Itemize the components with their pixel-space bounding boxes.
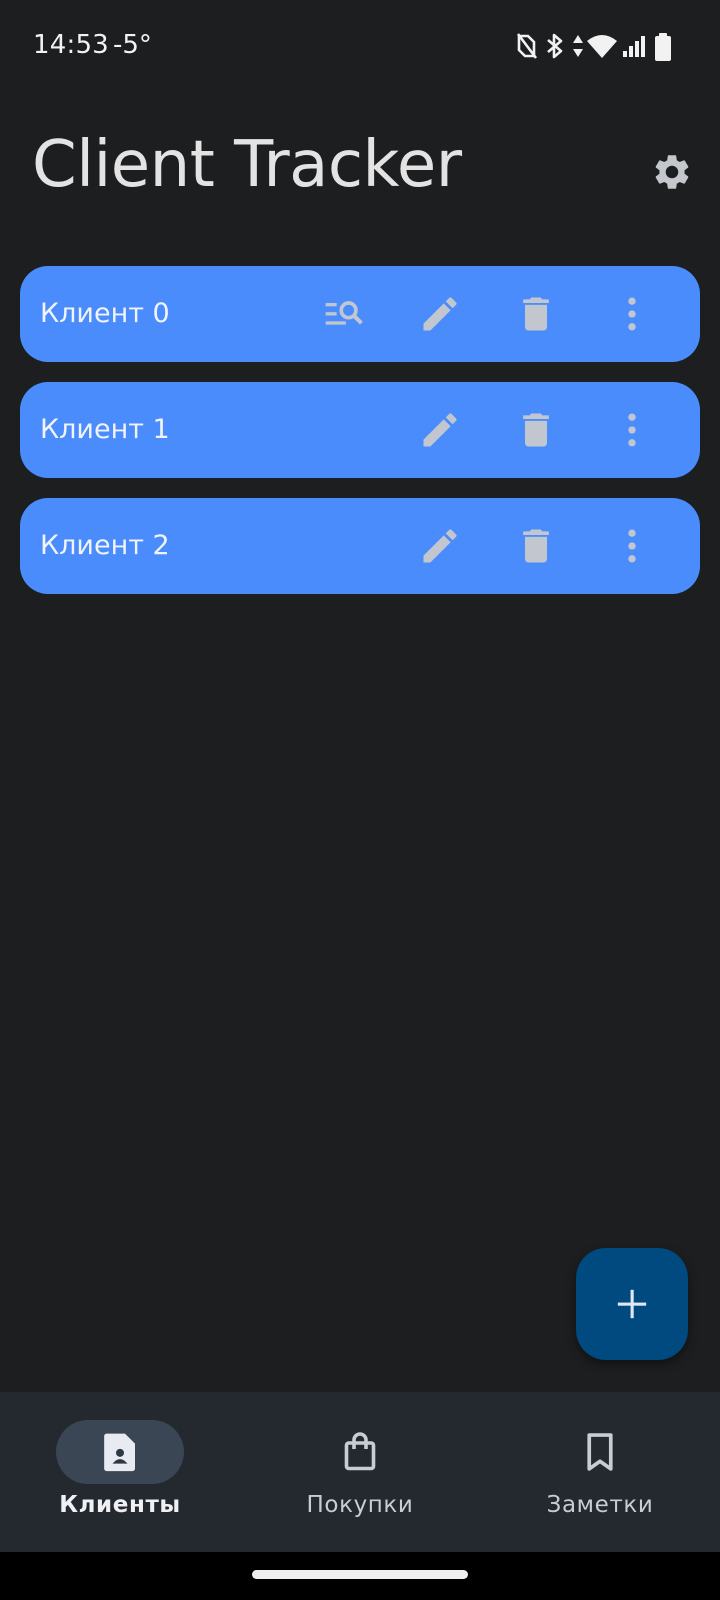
more-vert-icon (628, 413, 636, 447)
client-name: Клиент 1 (40, 414, 170, 445)
client-card[interactable]: Клиент 0 (20, 266, 700, 362)
edit-button[interactable] (416, 522, 464, 570)
signal-icon (623, 36, 645, 57)
data-arrows-icon (573, 35, 583, 57)
plus-icon (617, 1289, 647, 1319)
status-bar: 14:53 -5° (0, 0, 720, 96)
edit-icon (423, 413, 457, 447)
status-icons (516, 32, 686, 64)
delete-icon (523, 529, 549, 563)
delete-button[interactable] (512, 290, 560, 338)
app-title: Client Tracker (32, 128, 462, 202)
status-time: 14:53 (33, 30, 109, 60)
more-options-button[interactable] (608, 522, 656, 570)
search-list-icon (325, 301, 363, 325)
bluetooth-icon (547, 33, 563, 59)
edit-icon (423, 297, 457, 331)
client-tracker-screen: 14:53 -5° Client Tracker Клиент 0 Клиент… (0, 0, 720, 1600)
client-list: Клиент 0 Клиент 1 Клиент 2 (20, 266, 700, 614)
nav-item-clients[interactable]: Клиенты (0, 1392, 240, 1552)
edit-button[interactable] (416, 290, 464, 338)
gesture-navigation-area (0, 1552, 720, 1600)
edit-icon (423, 529, 457, 563)
delete-button[interactable] (512, 406, 560, 454)
battery-icon (655, 33, 671, 61)
nav-item-notes[interactable]: Заметки (480, 1392, 720, 1552)
nav-label: Клиенты (59, 1492, 181, 1518)
client-card[interactable]: Клиент 1 (20, 382, 700, 478)
nav-icon-container (296, 1420, 424, 1484)
status-temperature: -5° (113, 30, 152, 60)
nav-active-indicator (56, 1420, 184, 1484)
more-options-button[interactable] (608, 406, 656, 454)
home-gesture-handle[interactable] (252, 1570, 468, 1579)
nav-item-purchases[interactable]: Покупки (240, 1392, 480, 1552)
client-name: Клиент 0 (40, 298, 170, 329)
delete-icon (523, 413, 549, 447)
contact-file-icon (104, 1433, 135, 1472)
delete-button[interactable] (512, 522, 560, 570)
settings-button[interactable] (648, 148, 696, 196)
more-vert-icon (628, 529, 636, 563)
more-options-button[interactable] (608, 290, 656, 338)
client-card[interactable]: Клиент 2 (20, 498, 700, 594)
more-vert-icon (628, 297, 636, 331)
nav-label: Заметки (546, 1492, 654, 1518)
nfc-off-icon (516, 33, 538, 59)
nav-icon-container (536, 1420, 664, 1484)
bottom-navigation: Клиенты Покупки Заметки (0, 1392, 720, 1552)
search-list-button[interactable] (320, 290, 368, 338)
bookmark-icon (587, 1433, 613, 1471)
nav-label: Покупки (306, 1492, 414, 1518)
gear-icon (655, 155, 689, 189)
edit-button[interactable] (416, 406, 464, 454)
client-name: Клиент 2 (40, 530, 170, 561)
shopping-bag-icon (344, 1432, 376, 1471)
delete-icon (523, 297, 549, 331)
add-client-button[interactable] (576, 1248, 688, 1360)
wifi-icon (587, 35, 617, 58)
